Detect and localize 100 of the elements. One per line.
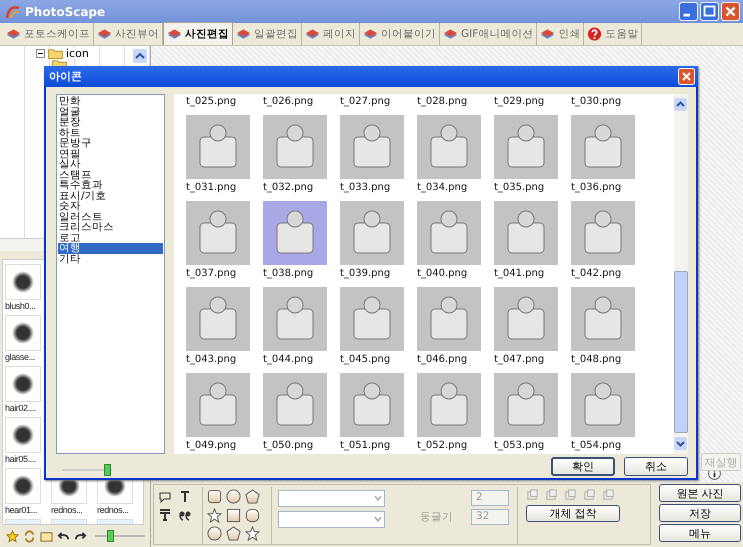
tab[interactable]: 포토스케이프 bbox=[3, 23, 94, 45]
sticker-thumbnail[interactable] bbox=[5, 417, 41, 453]
pentagon-icon[interactable] bbox=[226, 526, 241, 542]
tab[interactable]: 페이지 bbox=[302, 23, 360, 45]
category-item[interactable]: 얼굴 bbox=[58, 106, 163, 117]
tab[interactable]: 이어붙이기 bbox=[360, 23, 440, 45]
clipart-thumbnail[interactable] bbox=[340, 201, 404, 265]
vertical-scrollbar[interactable] bbox=[674, 94, 688, 454]
text-style-icon[interactable] bbox=[158, 508, 172, 522]
clipart-thumbnail[interactable] bbox=[263, 373, 327, 437]
category-item[interactable]: 크리스마스 bbox=[58, 222, 163, 232]
square-icon[interactable] bbox=[226, 508, 241, 523]
clipart-thumbnail[interactable] bbox=[571, 287, 635, 351]
tree-item[interactable]: icon bbox=[66, 48, 89, 59]
side-button[interactable]: 저장 bbox=[659, 504, 741, 522]
maximize-icon[interactable] bbox=[700, 2, 719, 21]
side-button[interactable]: 메뉴 bbox=[659, 524, 741, 542]
slider-thumb[interactable] bbox=[107, 530, 114, 542]
category-item[interactable]: 하트 bbox=[58, 128, 163, 138]
tab[interactable]: 사진편집 bbox=[163, 22, 233, 45]
scroll-down-icon[interactable] bbox=[674, 437, 687, 450]
tab[interactable]: 도움말 bbox=[584, 23, 642, 45]
category-item[interactable]: 문방구 bbox=[58, 138, 163, 148]
circle-icon[interactable] bbox=[207, 526, 222, 542]
text-tool-icon[interactable] bbox=[178, 490, 192, 504]
rounded-square-icon[interactable] bbox=[245, 508, 260, 523]
clipart-thumbnail[interactable] bbox=[186, 287, 250, 351]
clipart-thumbnail[interactable] bbox=[186, 373, 250, 437]
category-item[interactable]: 일러스트 bbox=[58, 212, 163, 222]
clipart-thumbnail[interactable] bbox=[571, 373, 635, 437]
clipart-thumbnail[interactable] bbox=[186, 201, 250, 265]
category-item[interactable]: 여행 bbox=[58, 243, 163, 254]
clipart-thumbnail[interactable] bbox=[340, 373, 404, 437]
minimize-icon[interactable] bbox=[679, 2, 698, 21]
dropdown-caret-icon[interactable] bbox=[373, 493, 383, 503]
category-item[interactable]: 특수효과 bbox=[58, 180, 163, 190]
layer-icon[interactable] bbox=[564, 489, 577, 502]
rounded-square-icon[interactable] bbox=[207, 489, 222, 504]
clipart-thumbnail[interactable] bbox=[571, 201, 635, 265]
tab[interactable]: GIF애니메이션 bbox=[440, 23, 538, 45]
star-icon[interactable] bbox=[245, 526, 260, 542]
clipart-thumbnail[interactable] bbox=[494, 115, 558, 179]
redo-icon[interactable] bbox=[74, 530, 87, 542]
side-button[interactable]: 원본 사진 bbox=[659, 484, 741, 502]
tab[interactable]: 인쇄 bbox=[537, 23, 584, 45]
clipart-thumbnail[interactable] bbox=[340, 115, 404, 179]
clipart-thumbnail[interactable] bbox=[340, 287, 404, 351]
clipart-thumbnail[interactable] bbox=[494, 201, 558, 265]
sticker-thumbnail[interactable] bbox=[5, 366, 41, 402]
tab[interactable]: 일괄편집 bbox=[233, 23, 302, 45]
category-item[interactable]: 숫자 bbox=[58, 201, 163, 212]
close-icon[interactable] bbox=[678, 68, 695, 85]
pentagon-icon[interactable] bbox=[245, 489, 260, 504]
rotate-icon[interactable] bbox=[23, 530, 36, 542]
circle-icon[interactable] bbox=[226, 489, 241, 504]
sticker-thumbnail[interactable] bbox=[5, 315, 41, 351]
file-name: t_050.png bbox=[263, 440, 314, 451]
clipart-thumbnail[interactable] bbox=[417, 201, 481, 265]
category-item[interactable]: 스탬프 bbox=[58, 170, 163, 180]
clipart-thumbnail[interactable] bbox=[417, 287, 481, 351]
clipart-thumbnail[interactable] bbox=[417, 115, 481, 179]
star-icon[interactable] bbox=[207, 508, 222, 523]
collapse-icon[interactable] bbox=[36, 49, 45, 58]
clipart-thumbnail[interactable] bbox=[571, 115, 635, 179]
clipart-thumbnail[interactable] bbox=[417, 373, 481, 437]
category-item[interactable]: 실사 bbox=[58, 159, 163, 170]
file-name: t_046.png bbox=[417, 354, 468, 365]
clipart-thumbnail[interactable] bbox=[186, 115, 250, 179]
category-item[interactable]: 분장 bbox=[58, 117, 163, 128]
sticker-thumbnail[interactable] bbox=[5, 264, 41, 300]
category-item[interactable]: 연필 bbox=[58, 148, 163, 159]
layer-icon[interactable] bbox=[545, 489, 558, 502]
scroll-up-icon[interactable] bbox=[133, 49, 147, 63]
dropdown[interactable] bbox=[278, 511, 385, 528]
dropdown[interactable] bbox=[278, 490, 385, 507]
dropdown-caret-icon[interactable] bbox=[373, 514, 383, 524]
category-item[interactable]: 로고 bbox=[58, 232, 163, 243]
category-item[interactable]: 기타 bbox=[58, 254, 163, 264]
window-title: PhotoScape bbox=[25, 4, 106, 18]
clipart-thumbnail[interactable] bbox=[263, 201, 327, 265]
cancel-button[interactable]: 취소 bbox=[624, 456, 688, 476]
category-item[interactable]: 표시/기호 bbox=[58, 190, 163, 201]
clipart-thumbnail[interactable] bbox=[494, 287, 558, 351]
attach-objects-button[interactable]: 개체 접착 bbox=[526, 505, 620, 522]
clipart-thumbnail[interactable] bbox=[263, 287, 327, 351]
layer-icon[interactable] bbox=[526, 489, 539, 502]
close-icon[interactable] bbox=[721, 2, 740, 21]
category-item[interactable]: 만화 bbox=[58, 96, 163, 106]
sticker-thumbnail[interactable] bbox=[5, 468, 41, 504]
speech-bubble-icon[interactable] bbox=[158, 490, 172, 504]
clipart-thumbnail[interactable] bbox=[263, 115, 327, 179]
scroll-up-icon[interactable] bbox=[674, 98, 687, 111]
undo-icon[interactable] bbox=[57, 530, 70, 542]
layer-icon[interactable] bbox=[583, 489, 596, 502]
slider-thumb[interactable] bbox=[104, 464, 110, 476]
clipart-thumbnail[interactable] bbox=[494, 373, 558, 437]
ok-button[interactable]: 확인 bbox=[551, 456, 615, 476]
star-icon[interactable] bbox=[6, 530, 19, 542]
image-icon[interactable] bbox=[40, 530, 53, 542]
layer-icon[interactable] bbox=[602, 489, 615, 502]
